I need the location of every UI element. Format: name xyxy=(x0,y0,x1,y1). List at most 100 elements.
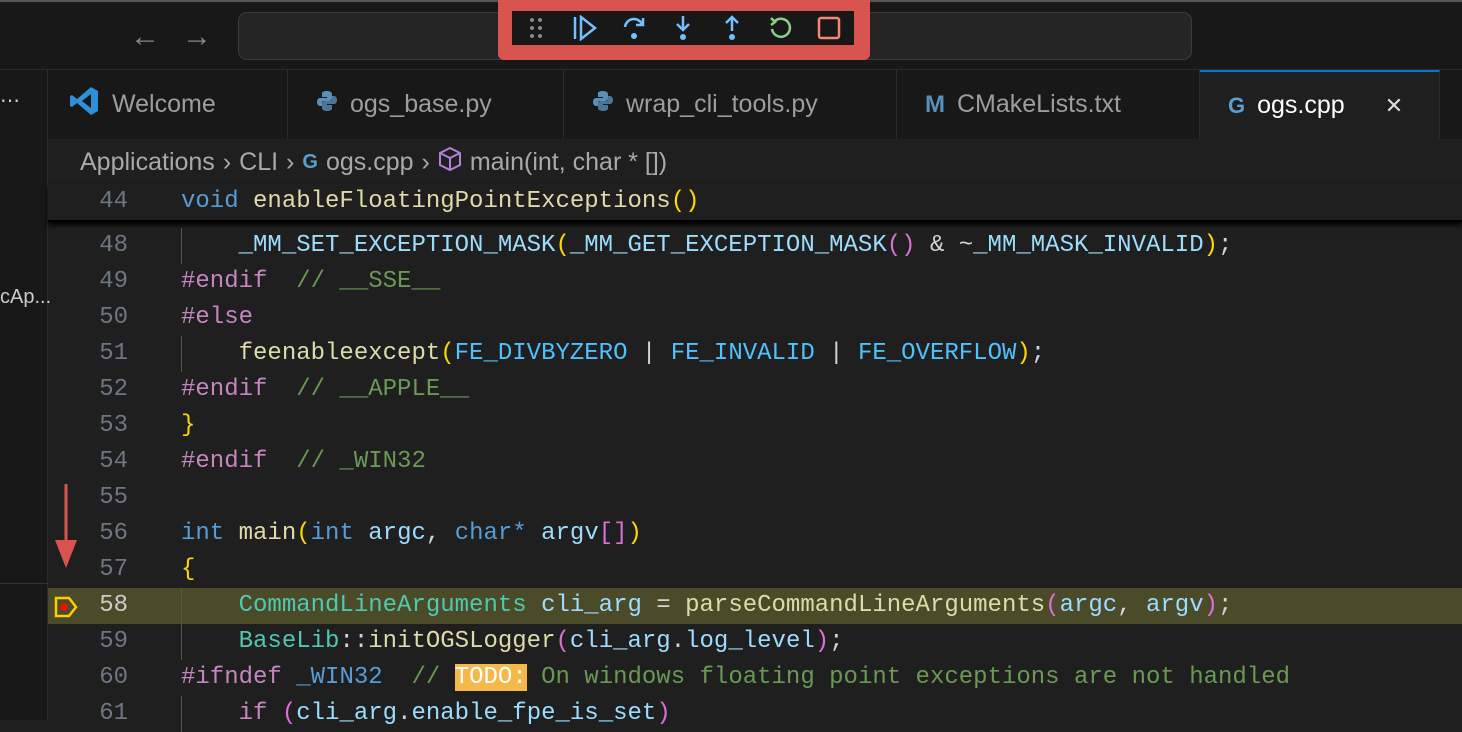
code-line[interactable]: 60#ifndef _WIN32 // TODO: On windows flo… xyxy=(48,660,1462,696)
code-line[interactable]: 44void enableFloatingPointExceptions() xyxy=(48,184,1462,222)
close-icon[interactable]: ✕ xyxy=(1385,93,1403,119)
tab-welcome[interactable]: Welcome xyxy=(48,70,288,139)
cpp-icon: G xyxy=(302,151,318,174)
vscode-icon xyxy=(68,85,100,124)
code-token: ( xyxy=(296,520,310,547)
tab-label: wrap_cli_tools.py xyxy=(626,90,818,119)
code-token: parseCommandLineArguments xyxy=(685,592,1045,619)
step-over-icon[interactable] xyxy=(618,12,650,44)
back-button[interactable]: ← xyxy=(130,20,160,54)
code-token: #ifndef xyxy=(181,664,282,691)
code-text: int main(int argc, char* argv[]) xyxy=(181,516,642,552)
line-number: 48 xyxy=(48,228,128,264)
code-token: BaseLib xyxy=(239,628,340,655)
indent-guide xyxy=(181,336,182,372)
code-token: argv xyxy=(1146,592,1204,619)
code-text: #endif // __APPLE__ xyxy=(181,372,469,408)
code-token: () xyxy=(887,232,916,259)
cpp-icon: G xyxy=(1228,93,1245,119)
arrow-annotation xyxy=(52,484,80,570)
code-token xyxy=(181,340,239,367)
indent-guide xyxy=(181,624,182,660)
code-line[interactable]: 50#else xyxy=(48,300,1462,336)
code-line[interactable]: 57{ xyxy=(48,552,1462,588)
code-line[interactable]: 53} xyxy=(48,408,1462,444)
code-token xyxy=(181,628,239,655)
code-line[interactable]: 54 #endif // _WIN32 xyxy=(48,444,1462,480)
code-token: cli_arg xyxy=(541,592,642,619)
stop-icon[interactable] xyxy=(813,12,845,44)
step-out-icon[interactable] xyxy=(716,12,748,44)
tab-label: ogs.cpp xyxy=(1257,91,1345,120)
forward-button[interactable]: → xyxy=(182,20,212,54)
code-text: feenableexcept(FE_DIVBYZERO | FE_INVALID… xyxy=(181,336,1045,372)
chevron-right-icon: › xyxy=(422,148,430,177)
drag-handle-icon[interactable] xyxy=(520,12,552,44)
code-text: #endif // __SSE__ xyxy=(181,264,440,300)
code-line[interactable]: 48 _MM_SET_EXCEPTION_MASK(_MM_GET_EXCEPT… xyxy=(48,228,1462,264)
code-token: . xyxy=(671,628,685,655)
code-editor[interactable]: 44void enableFloatingPointExceptions() 48… xyxy=(48,184,1462,732)
tab-label: CMakeLists.txt xyxy=(957,90,1121,119)
breadcrumb-item[interactable]: Applications xyxy=(80,148,215,177)
code-line[interactable]: 55 xyxy=(48,480,1462,516)
code-token: // __SSE__ xyxy=(267,268,440,295)
code-line[interactable]: 58 CommandLineArguments cli_arg = parseC… xyxy=(48,588,1462,624)
breadcrumb-item[interactable]: ogs.cpp xyxy=(326,148,414,177)
more-icon[interactable]: ⋯ xyxy=(0,88,20,113)
code-token: // __APPLE__ xyxy=(267,376,469,403)
code-token: ( xyxy=(282,700,296,727)
code-token: _MM_SET_EXCEPTION_MASK xyxy=(239,232,556,259)
code-line[interactable]: 49#endif // __SSE__ xyxy=(48,264,1462,300)
code-token: ) xyxy=(1204,592,1218,619)
tab-label: ogs_base.py xyxy=(350,90,492,119)
code-token: #endif xyxy=(181,376,267,403)
breadcrumb-item[interactable]: CLI xyxy=(239,148,278,177)
code-token xyxy=(181,592,239,619)
continue-icon[interactable] xyxy=(569,12,601,44)
code-token: ( xyxy=(555,628,569,655)
tab-wrap-cli-tools-py[interactable]: wrap_cli_tools.py xyxy=(564,70,897,139)
code-token: ; xyxy=(829,628,843,655)
code-token xyxy=(181,700,239,727)
code-line[interactable]: 61 if (cli_arg.enable_fpe_is_set) xyxy=(48,696,1462,732)
code-token: // xyxy=(383,664,455,691)
code-token: & ~ xyxy=(916,232,974,259)
code-token: argv xyxy=(541,520,599,547)
code-token: = xyxy=(642,592,685,619)
breadcrumb-item[interactable]: main(int, char * []) xyxy=(470,148,667,177)
cmake-icon: M xyxy=(925,91,945,119)
line-number: 59 xyxy=(48,624,128,660)
editor-tabs: Welcome ogs_base.py wrap_cli_tools.py M … xyxy=(48,70,1462,139)
code-token: int xyxy=(311,520,354,547)
tab-cmakelists[interactable]: M CMakeLists.txt xyxy=(897,70,1200,139)
code-line[interactable]: 59 BaseLib::initOGSLogger(cli_arg.log_le… xyxy=(48,624,1462,660)
sidebar-label[interactable]: cAp... xyxy=(0,286,51,309)
code-text: #endif // _WIN32 xyxy=(181,444,426,480)
breadcrumb: Applications › CLI › G ogs.cpp › main(in… xyxy=(80,146,667,179)
line-number: 54 xyxy=(48,444,128,480)
code-text: { xyxy=(181,552,195,588)
code-token: ) xyxy=(1204,232,1218,259)
code-token: On windows floating point exceptions are… xyxy=(527,664,1290,691)
step-into-icon[interactable] xyxy=(667,12,699,44)
code-line[interactable]: 52#endif // __APPLE__ xyxy=(48,372,1462,408)
line-number: 61 xyxy=(48,696,128,732)
restart-icon[interactable] xyxy=(765,12,797,44)
line-number: 51 xyxy=(48,336,128,372)
code-token xyxy=(181,232,239,259)
code-token: enable_fpe_is_set xyxy=(411,700,656,727)
tab-ogs-base-py[interactable]: ogs_base.py xyxy=(288,70,564,139)
code-token: ) xyxy=(656,700,670,727)
code-token: , xyxy=(426,520,455,547)
chevron-right-icon: › xyxy=(223,148,231,177)
code-token: ; xyxy=(1031,340,1045,367)
code-line[interactable]: 56int main(int argc, char* argv[]) xyxy=(48,516,1462,552)
code-token: ( xyxy=(440,340,454,367)
code-token xyxy=(224,520,238,547)
code-token: [] xyxy=(599,520,628,547)
code-line[interactable]: 51 feenableexcept(FE_DIVBYZERO | FE_INVA… xyxy=(48,336,1462,372)
code-token: void xyxy=(181,188,239,215)
tab-ogs-cpp[interactable]: G ogs.cpp ✕ xyxy=(1200,70,1440,139)
cube-icon xyxy=(438,146,462,179)
